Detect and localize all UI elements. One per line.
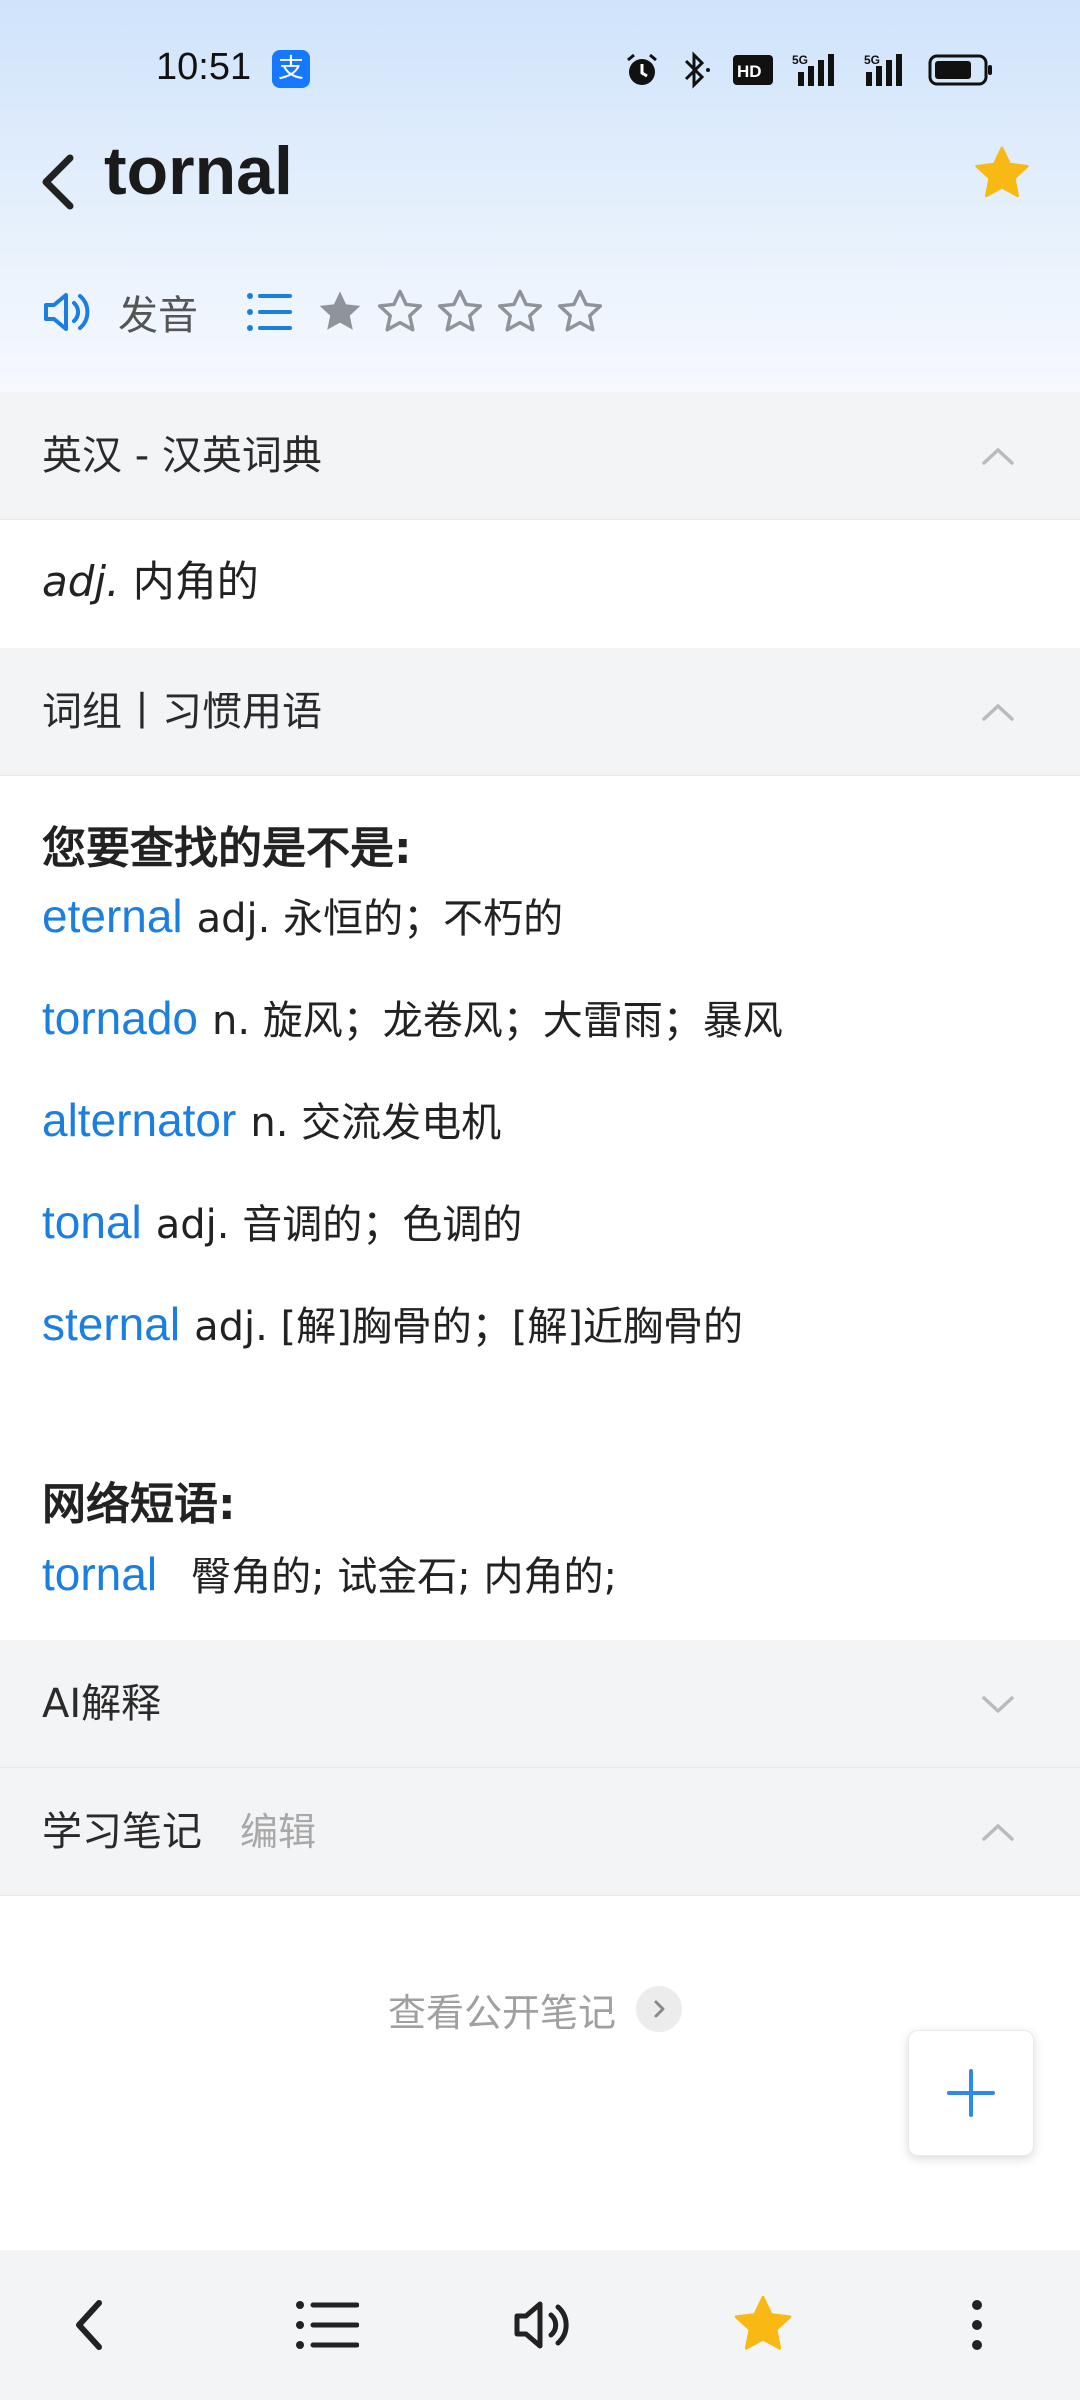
chevron-up-icon — [982, 704, 1014, 721]
more-icon — [972, 2300, 982, 2350]
section-title-ai: AI解释 — [42, 1681, 162, 1727]
alipay-icon: 支 — [272, 50, 310, 88]
status-time: 10:51 — [156, 46, 252, 88]
web-phrase-desc: 臀角的; 试金石; 内角的; — [191, 1554, 617, 1600]
section-title-phrases: 词组丨习惯用语 — [42, 689, 322, 735]
suggestion-item[interactable]: tornado n. 旋风；龙卷风；大雷雨；暴风 — [42, 988, 783, 1046]
suggestion-word[interactable]: tonal — [42, 1196, 142, 1248]
suggestion-item[interactable]: tonal adj. 音调的；色调的 — [42, 1192, 522, 1250]
rating-star-empty-icon — [437, 289, 483, 332]
svg-text:5G: 5G — [864, 53, 880, 67]
section-header-phrases[interactable]: 词组丨习惯用语 — [0, 648, 1080, 776]
edit-notes-button[interactable]: 编辑 — [240, 1768, 316, 1896]
speaker-icon — [514, 2301, 569, 2349]
suggestion-desc: n. 旋风；龙卷风；大雷雨；暴风 — [212, 998, 783, 1044]
star-icon — [734, 2295, 792, 2350]
suggestion-desc: adj. 音调的；色调的 — [155, 1202, 523, 1248]
section-title-dict: 英汉 - 汉英词典 — [42, 433, 322, 479]
pronunciation-row: 发音 — [40, 280, 606, 344]
nav-favorite-button[interactable] — [728, 2290, 798, 2360]
definition-meaning: 内角的 — [132, 557, 259, 606]
add-note-button[interactable] — [908, 2030, 1034, 2156]
suggestion-item[interactable]: eternal adj. 永恒的；不朽的 — [42, 886, 563, 944]
suggestion-word[interactable]: tornado — [42, 992, 198, 1044]
hd-icon: HD — [733, 55, 773, 85]
rating-star-empty-icon — [497, 289, 543, 332]
chevron-right-icon — [636, 1986, 683, 2032]
wordlist-icon[interactable] — [244, 289, 294, 335]
suggestion-desc: n. 交流发电机 — [250, 1100, 502, 1146]
bottom-nav — [0, 2250, 1080, 2400]
speaker-icon[interactable] — [40, 285, 94, 339]
back-icon — [76, 2300, 102, 2350]
web-phrases-title: 网络短语: — [42, 1479, 236, 1530]
suggestion-word[interactable]: eternal — [42, 890, 183, 942]
suggestion-word[interactable]: alternator — [42, 1094, 236, 1146]
svg-text:HD: HD — [737, 62, 762, 81]
alarm-icon — [627, 53, 657, 85]
suggestion-desc: adj. [解]胸骨的；[解]近胸骨的 — [194, 1304, 743, 1350]
nav-speaker-button[interactable] — [508, 2290, 578, 2360]
section-title-notes: 学习笔记 — [42, 1809, 202, 1855]
plus-icon — [947, 2069, 995, 2117]
rating-star-empty-icon — [377, 289, 423, 332]
difficulty-rating — [314, 286, 606, 338]
suggestion-item[interactable]: sternal adj. [解]胸骨的；[解]近胸骨的 — [42, 1294, 743, 1352]
status-bar: 10:51 支 HD 5G 5G — [0, 40, 1080, 100]
status-icons: HD 5G 5G — [624, 46, 994, 94]
section-header-dict[interactable]: 英汉 - 汉英词典 — [0, 392, 1080, 520]
back-icon[interactable] — [36, 150, 80, 214]
chevron-up-icon — [982, 1824, 1014, 1841]
chevron-down-icon — [982, 1696, 1014, 1713]
rating-star-empty-icon — [557, 289, 603, 332]
page-title: tornal — [104, 133, 293, 209]
list-icon — [296, 2301, 359, 2349]
nav-back-button[interactable] — [54, 2290, 124, 2360]
web-phrase-word[interactable]: tornal — [42, 1548, 157, 1600]
nav-list-button[interactable] — [292, 2290, 362, 2360]
did-you-mean-title: 您要查找的是不是: — [42, 823, 412, 874]
suggestion-word[interactable]: sternal — [42, 1298, 180, 1350]
nav-more-button[interactable] — [942, 2290, 1012, 2360]
section-header-ai[interactable]: AI解释 — [0, 1640, 1080, 1768]
web-phrase-item[interactable]: tornal 臀角的; 试金石; 内角的; — [42, 1544, 617, 1602]
signal-5g-icon: 5G — [864, 53, 902, 86]
battery-icon — [928, 54, 992, 86]
header-area: 10:51 支 HD 5G 5G tornal 发音 — [0, 0, 1080, 392]
definition-pos: adj. — [42, 557, 120, 606]
suggestion-desc: adj. 永恒的；不朽的 — [196, 896, 564, 942]
suggestion-item[interactable]: alternator n. 交流发电机 — [42, 1090, 501, 1148]
svg-text:5G: 5G — [792, 53, 808, 67]
signal-5g-icon: 5G — [792, 53, 834, 86]
rating-star-filled-icon — [319, 291, 361, 330]
bluetooth-icon — [684, 51, 710, 89]
definition: adj. 内角的 — [42, 548, 259, 609]
chevron-up-icon — [982, 448, 1014, 465]
view-public-notes-label: 查看公开笔记 — [388, 1990, 617, 2035]
pronounce-label[interactable]: 发音 — [118, 283, 198, 341]
view-public-notes-button[interactable]: 查看公开笔记 — [388, 1984, 683, 2035]
favorite-star-icon[interactable] — [970, 142, 1034, 206]
section-header-notes[interactable]: 学习笔记 编辑 — [0, 1768, 1080, 1896]
